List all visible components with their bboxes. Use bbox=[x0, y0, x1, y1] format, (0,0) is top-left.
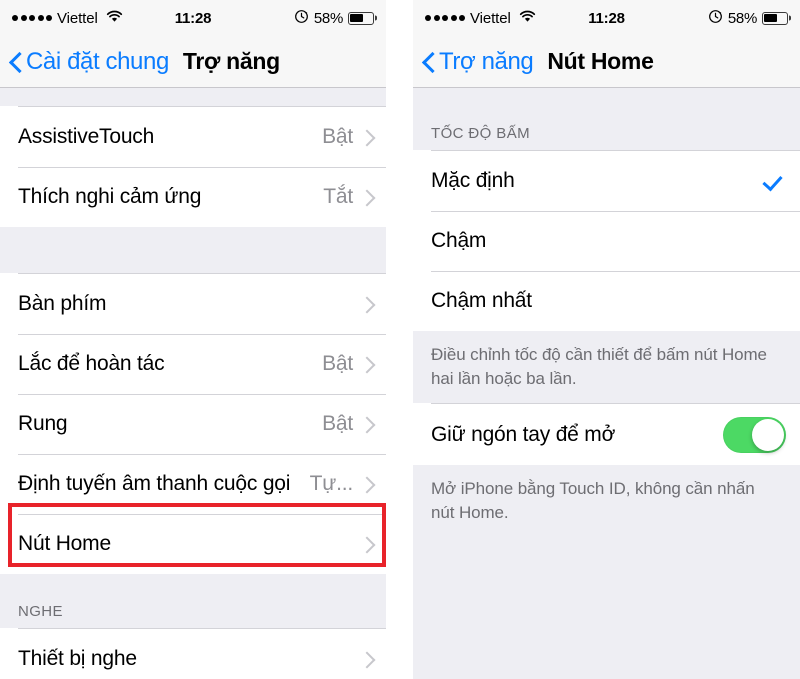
section-header-toc-do-bam-wrap: TỐC ĐỘ BẤM bbox=[413, 88, 800, 150]
rotation-lock-icon bbox=[708, 9, 723, 28]
row-ban-phim[interactable]: Bàn phím bbox=[0, 274, 386, 334]
row-thiet-bi-nghe[interactable]: Thiết bị nghe bbox=[0, 629, 386, 679]
back-button-label: Cài đặt chung bbox=[26, 47, 169, 75]
row-giu-ngon-tay-de-mo[interactable]: Giữ ngón tay để mở bbox=[413, 404, 800, 465]
option-cham-nhat[interactable]: Chậm nhất bbox=[413, 271, 800, 331]
chevron-right-icon bbox=[361, 650, 372, 668]
settings-group-touch: AssistiveTouch Bật Thích nghi cảm ứng Tắ… bbox=[0, 106, 386, 227]
settings-list-left: AssistiveTouch Bật Thích nghi cảm ứng Tắ… bbox=[0, 88, 386, 679]
chevron-right-icon bbox=[361, 295, 372, 313]
battery-fill bbox=[350, 13, 363, 23]
left-phone-screen: Viettel 11:28 58% Cài đặt chung Trợ năng… bbox=[0, 0, 386, 679]
row-label: Chậm bbox=[431, 229, 487, 252]
status-bar-left: Viettel 11:28 58% bbox=[0, 0, 386, 36]
row-value: Tự... bbox=[309, 472, 354, 495]
chevron-right-icon bbox=[361, 415, 372, 433]
row-label: Chậm nhất bbox=[431, 289, 532, 312]
chevron-right-icon bbox=[361, 535, 372, 553]
row-value: Bật bbox=[322, 125, 353, 148]
speed-options-group: Mặc định Chậm Chậm nhất bbox=[413, 150, 800, 331]
section-header-nghe: NGHE bbox=[0, 574, 386, 628]
row-nut-home[interactable]: Nút Home bbox=[0, 514, 386, 574]
row-label: AssistiveTouch bbox=[18, 125, 155, 148]
back-button-right[interactable]: Trợ năng bbox=[423, 47, 534, 76]
section-header-toc-do-bam: TỐC ĐỘ BẤM bbox=[413, 88, 800, 150]
row-label: Thiết bị nghe bbox=[18, 647, 137, 670]
rest-finger-to-open-toggle[interactable] bbox=[723, 416, 786, 453]
list-top-spacer bbox=[0, 88, 386, 106]
battery-icon bbox=[762, 11, 788, 25]
page-title-right: Nút Home bbox=[547, 48, 654, 74]
settings-list-right: TỐC ĐỘ BẤM Mặc định Chậm Chậm nhất Điều … bbox=[413, 88, 800, 679]
battery-percent-label: 58% bbox=[727, 9, 757, 27]
row-label: Mặc định bbox=[431, 169, 515, 192]
chevron-right-icon bbox=[361, 475, 372, 493]
navigation-bar-left: Cài đặt chung Trợ năng bbox=[0, 36, 386, 88]
battery-fill bbox=[764, 13, 777, 23]
row-label: Rung bbox=[18, 412, 68, 435]
chevron-right-icon bbox=[361, 355, 372, 373]
chevron-right-icon bbox=[361, 128, 372, 146]
battery-icon bbox=[348, 11, 374, 25]
section-header-nghe-wrap: NGHE bbox=[0, 574, 386, 628]
row-lac-de-hoan-tac[interactable]: Lắc để hoàn tác Bật bbox=[0, 334, 386, 394]
status-bar-right-group: 58% bbox=[294, 9, 374, 28]
option-mac-dinh[interactable]: Mặc định bbox=[413, 151, 800, 211]
status-bar-right-group: 58% bbox=[708, 9, 788, 28]
group-gap-1 bbox=[0, 227, 386, 273]
dual-screenshot-container: Viettel 11:28 58% Cài đặt chung Trợ năng… bbox=[0, 0, 800, 679]
page-title-left: Trợ năng bbox=[182, 48, 280, 74]
battery-percent-label: 58% bbox=[313, 9, 343, 27]
settings-group-interaction: Bàn phím Lắc để hoàn tác Bật Rung Bật Đị… bbox=[0, 273, 386, 574]
checkmark-icon bbox=[764, 170, 786, 192]
row-rung[interactable]: Rung Bật bbox=[0, 394, 386, 454]
settings-group-hearing: Thiết bị nghe bbox=[0, 628, 386, 679]
touch-id-footnote: Mở iPhone bằng Touch ID, không cần nhấn … bbox=[413, 465, 800, 537]
back-button-label: Trợ năng bbox=[439, 47, 534, 75]
row-label: Nút Home bbox=[18, 532, 111, 555]
row-label: Thích nghi cảm ứng bbox=[18, 185, 202, 208]
back-button-left[interactable]: Cài đặt chung bbox=[10, 48, 169, 76]
navigation-bar-right: Trợ năng Nút Home bbox=[413, 36, 800, 88]
speed-footnote: Điều chỉnh tốc độ cần thiết để bấm nút H… bbox=[413, 331, 800, 403]
chevron-left-icon bbox=[10, 51, 22, 73]
rotation-lock-icon bbox=[294, 9, 309, 28]
option-cham[interactable]: Chậm bbox=[413, 211, 800, 271]
row-assistivetouch[interactable]: AssistiveTouch Bật bbox=[0, 107, 386, 167]
toggle-knob bbox=[752, 418, 784, 451]
touch-id-group: Giữ ngón tay để mở bbox=[413, 403, 800, 465]
row-thich-nghi-cam-ung[interactable]: Thích nghi cảm ứng Tắt bbox=[0, 167, 386, 227]
status-bar-right: Viettel 11:28 58% bbox=[413, 0, 800, 36]
row-value: Bật bbox=[322, 352, 353, 375]
row-label: Định tuyến âm thanh cuộc gọi bbox=[18, 472, 291, 495]
right-phone-screen: Viettel 11:28 58% Trợ năng Nút Home TỐC … bbox=[413, 0, 800, 679]
row-label: Lắc để hoàn tác bbox=[18, 352, 165, 375]
row-value: Bật bbox=[322, 412, 353, 435]
list-bottom-spacer bbox=[413, 537, 800, 679]
chevron-left-icon bbox=[423, 51, 435, 73]
chevron-right-icon bbox=[361, 188, 372, 206]
row-label: Bàn phím bbox=[18, 292, 107, 315]
row-value: Tắt bbox=[323, 185, 353, 208]
row-label: Giữ ngón tay để mở bbox=[431, 422, 616, 446]
row-dinh-tuyen-am-thanh-cuoc-goi[interactable]: Định tuyến âm thanh cuộc gọi Tự... bbox=[0, 454, 386, 514]
panel-divider bbox=[386, 0, 413, 679]
